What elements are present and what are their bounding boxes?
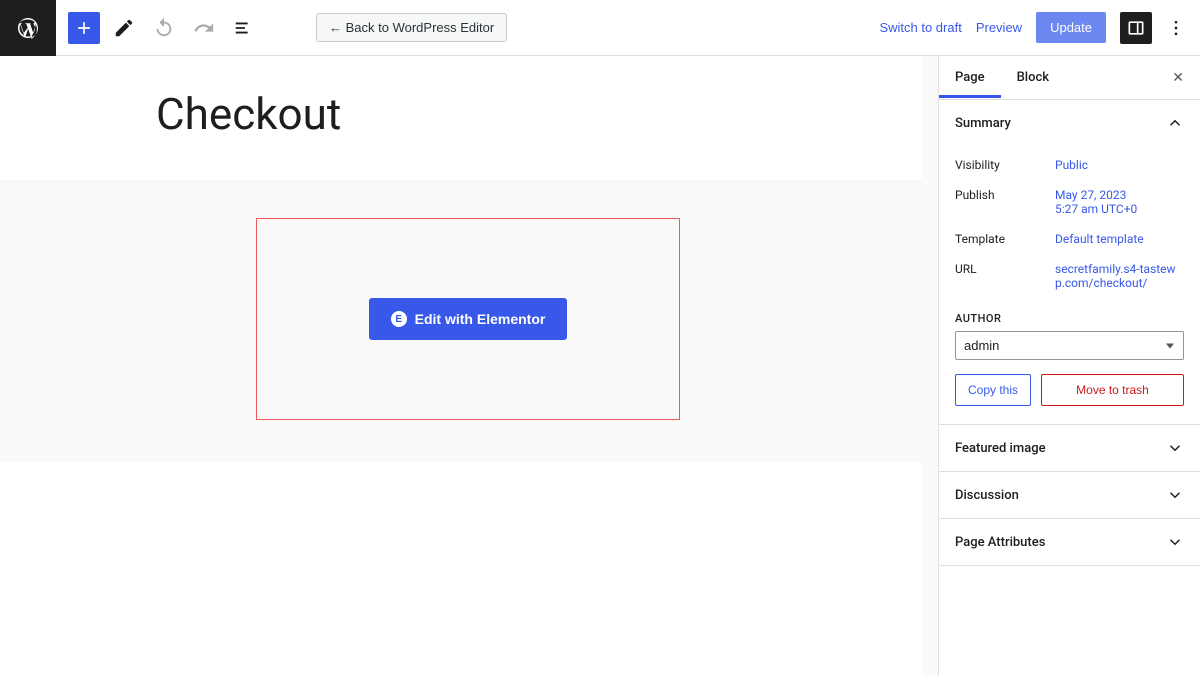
copy-this-button[interactable]: Copy this [955,374,1031,406]
back-to-wp-editor-button[interactable]: ← Back to WordPress Editor [316,13,507,42]
featured-image-heading: Featured image [955,441,1046,456]
move-to-trash-button[interactable]: Move to trash [1041,374,1184,406]
featured-image-panel-header[interactable]: Featured image [939,425,1200,471]
tab-page[interactable]: Page [939,58,1001,97]
chevron-down-icon [1166,486,1184,504]
close-sidebar-button[interactable]: ✕ [1156,60,1200,96]
template-value[interactable]: Default template [1055,232,1144,246]
tab-block[interactable]: Block [1001,58,1065,97]
document-overview-button[interactable] [228,12,260,44]
page-attributes-heading: Page Attributes [955,535,1045,550]
switch-draft-button[interactable]: Switch to draft [879,20,961,35]
chevron-up-icon [1166,114,1184,132]
edit-with-elementor-button[interactable]: E Edit with Elementor [369,298,568,340]
author-label: AUTHOR [955,312,1184,325]
elementor-button-label: Edit with Elementor [415,311,546,327]
undo-button [148,12,180,44]
editor-canvas[interactable]: Checkout E Edit with Elementor [0,56,938,676]
vertical-scrollbar[interactable] [922,56,938,676]
summary-panel-header[interactable]: Summary [939,100,1200,146]
add-block-button[interactable] [68,12,100,44]
preview-button[interactable]: Preview [976,20,1022,35]
url-value[interactable]: secretfamily.s4-tastewp.com/checkout/ [1055,262,1184,290]
update-button[interactable]: Update [1036,12,1106,43]
discussion-heading: Discussion [955,488,1019,503]
url-label: URL [955,262,1055,290]
wordpress-logo[interactable] [0,0,56,56]
chevron-down-icon [1166,533,1184,551]
visibility-value[interactable]: Public [1055,158,1088,172]
more-options-button[interactable] [1166,12,1186,44]
summary-heading: Summary [955,116,1011,131]
elementor-icon: E [391,311,407,327]
author-select[interactable]: admin [955,331,1184,360]
publish-label: Publish [955,188,1055,216]
visibility-label: Visibility [955,158,1055,172]
redo-button [188,12,220,44]
page-attributes-panel-header[interactable]: Page Attributes [939,519,1200,565]
template-label: Template [955,232,1055,246]
publish-value[interactable]: May 27, 2023 5:27 am UTC+0 [1055,188,1137,216]
discussion-panel-header[interactable]: Discussion [939,472,1200,518]
tools-button[interactable] [108,12,140,44]
chevron-down-icon [1166,439,1184,457]
elementor-placeholder[interactable]: E Edit with Elementor [256,218,680,420]
page-title[interactable]: Checkout [156,88,922,140]
settings-sidebar-toggle[interactable] [1120,12,1152,44]
